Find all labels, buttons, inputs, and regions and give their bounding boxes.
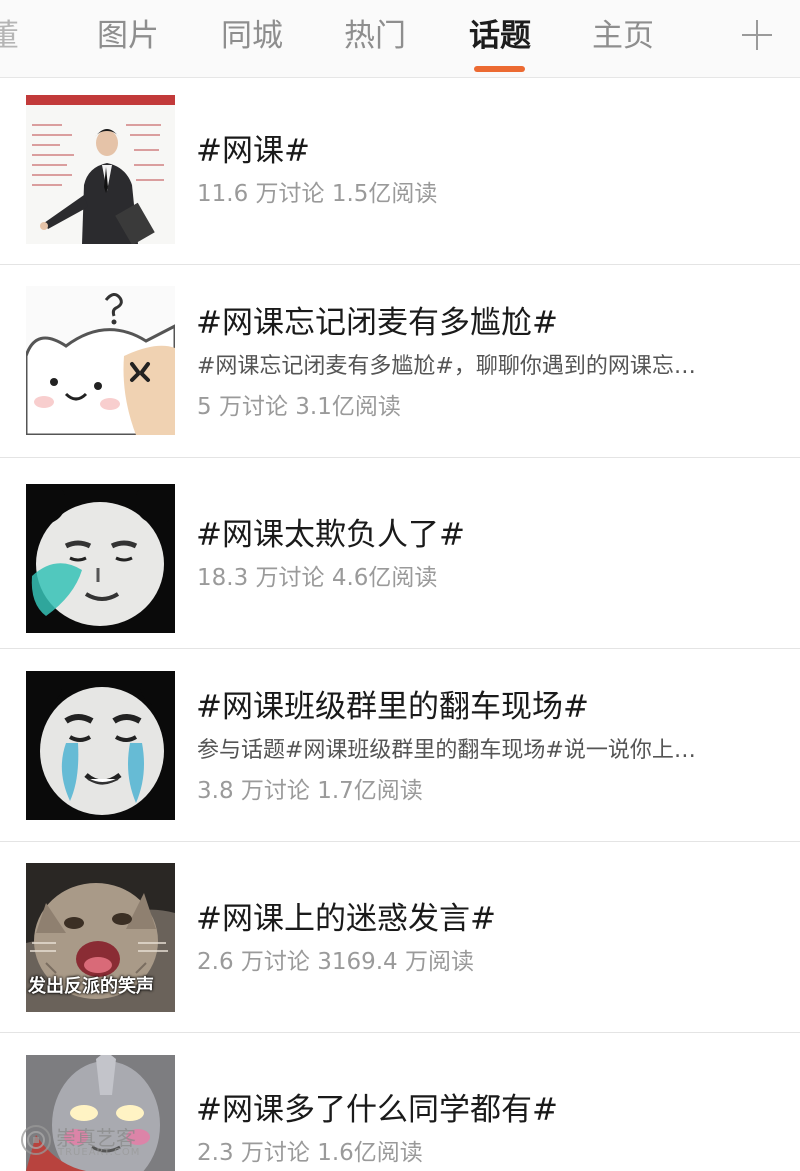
topic-thumbnail	[26, 484, 175, 633]
tab-bar: 董 图片 同城 热门 话题 主页	[0, 0, 800, 78]
panda-meme-icon	[26, 484, 175, 633]
topic-stats: 2.6 万讨论 3169.4 万阅读	[197, 949, 474, 975]
topic-row[interactable]: 发出反派的笑声 #网课上的迷惑发言# 2.6 万讨论 3169.4 万阅读	[0, 843, 800, 1033]
active-tab-indicator	[474, 66, 525, 72]
topic-title[interactable]: #网课太欺负人了#	[196, 515, 465, 555]
topic-thumbnail	[26, 671, 175, 820]
topic-description: #网课忘记闭麦有多尴尬#，聊聊你遇到的网课忘…	[197, 354, 696, 379]
topic-description: 参与话题#网课班级群里的翻车现场#说一说你上…	[197, 738, 696, 763]
tab-pictures[interactable]: 图片	[97, 14, 159, 58]
topic-stats: 2.3 万讨论 1.6亿阅读	[197, 1140, 423, 1166]
topic-title[interactable]: #网课多了什么同学都有#	[196, 1090, 558, 1130]
topic-stats: 3.8 万讨论 1.7亿阅读	[197, 778, 423, 804]
teacher-photo-icon	[26, 95, 175, 244]
topic-thumbnail: 发出反派的笑声	[26, 863, 175, 1012]
topic-stats: 18.3 万讨论 4.6亿阅读	[197, 565, 438, 591]
topic-title[interactable]: #网课#	[196, 131, 310, 171]
tab-homepage[interactable]: 主页	[592, 14, 654, 58]
panda-tears-icon	[26, 671, 175, 820]
topic-row[interactable]: #网课班级群里的翻车现场# 参与话题#网课班级群里的翻车现场#说一说你上… 3.…	[0, 650, 800, 842]
tab-topics[interactable]: 话题	[469, 14, 531, 58]
topic-thumbnail	[26, 95, 175, 244]
thumbnail-caption: 发出反派的笑声	[28, 976, 154, 997]
watermark-subtext: TRUEART.COM	[58, 1147, 141, 1158]
watermark-logo-icon	[21, 1125, 51, 1155]
topic-stats: 11.6 万讨论 1.5亿阅读	[197, 181, 438, 207]
topic-stats: 5 万讨论 3.1亿阅读	[197, 394, 401, 420]
topic-title[interactable]: #网课上的迷惑发言#	[196, 899, 496, 939]
plus-icon[interactable]	[740, 18, 774, 52]
topic-thumbnail	[26, 286, 175, 435]
watermark: 崇真艺客 TRUEART.COM	[20, 1118, 139, 1166]
tab-partial[interactable]: 董	[0, 14, 36, 58]
topic-row[interactable]: #网课# 11.6 万讨论 1.5亿阅读	[0, 79, 800, 265]
tab-hot[interactable]: 热门	[344, 14, 406, 58]
tab-local[interactable]: 同城	[221, 14, 283, 58]
topic-row[interactable]: #网课忘记闭麦有多尴尬# #网课忘记闭麦有多尴尬#，聊聊你遇到的网课忘… 5 万…	[0, 266, 800, 458]
cartoon-cat-icon	[26, 286, 175, 435]
topic-row[interactable]: #网课太欺负人了# 18.3 万讨论 4.6亿阅读	[0, 459, 800, 649]
topic-title[interactable]: #网课忘记闭麦有多尴尬#	[196, 303, 558, 343]
topic-title[interactable]: #网课班级群里的翻车现场#	[196, 687, 589, 727]
